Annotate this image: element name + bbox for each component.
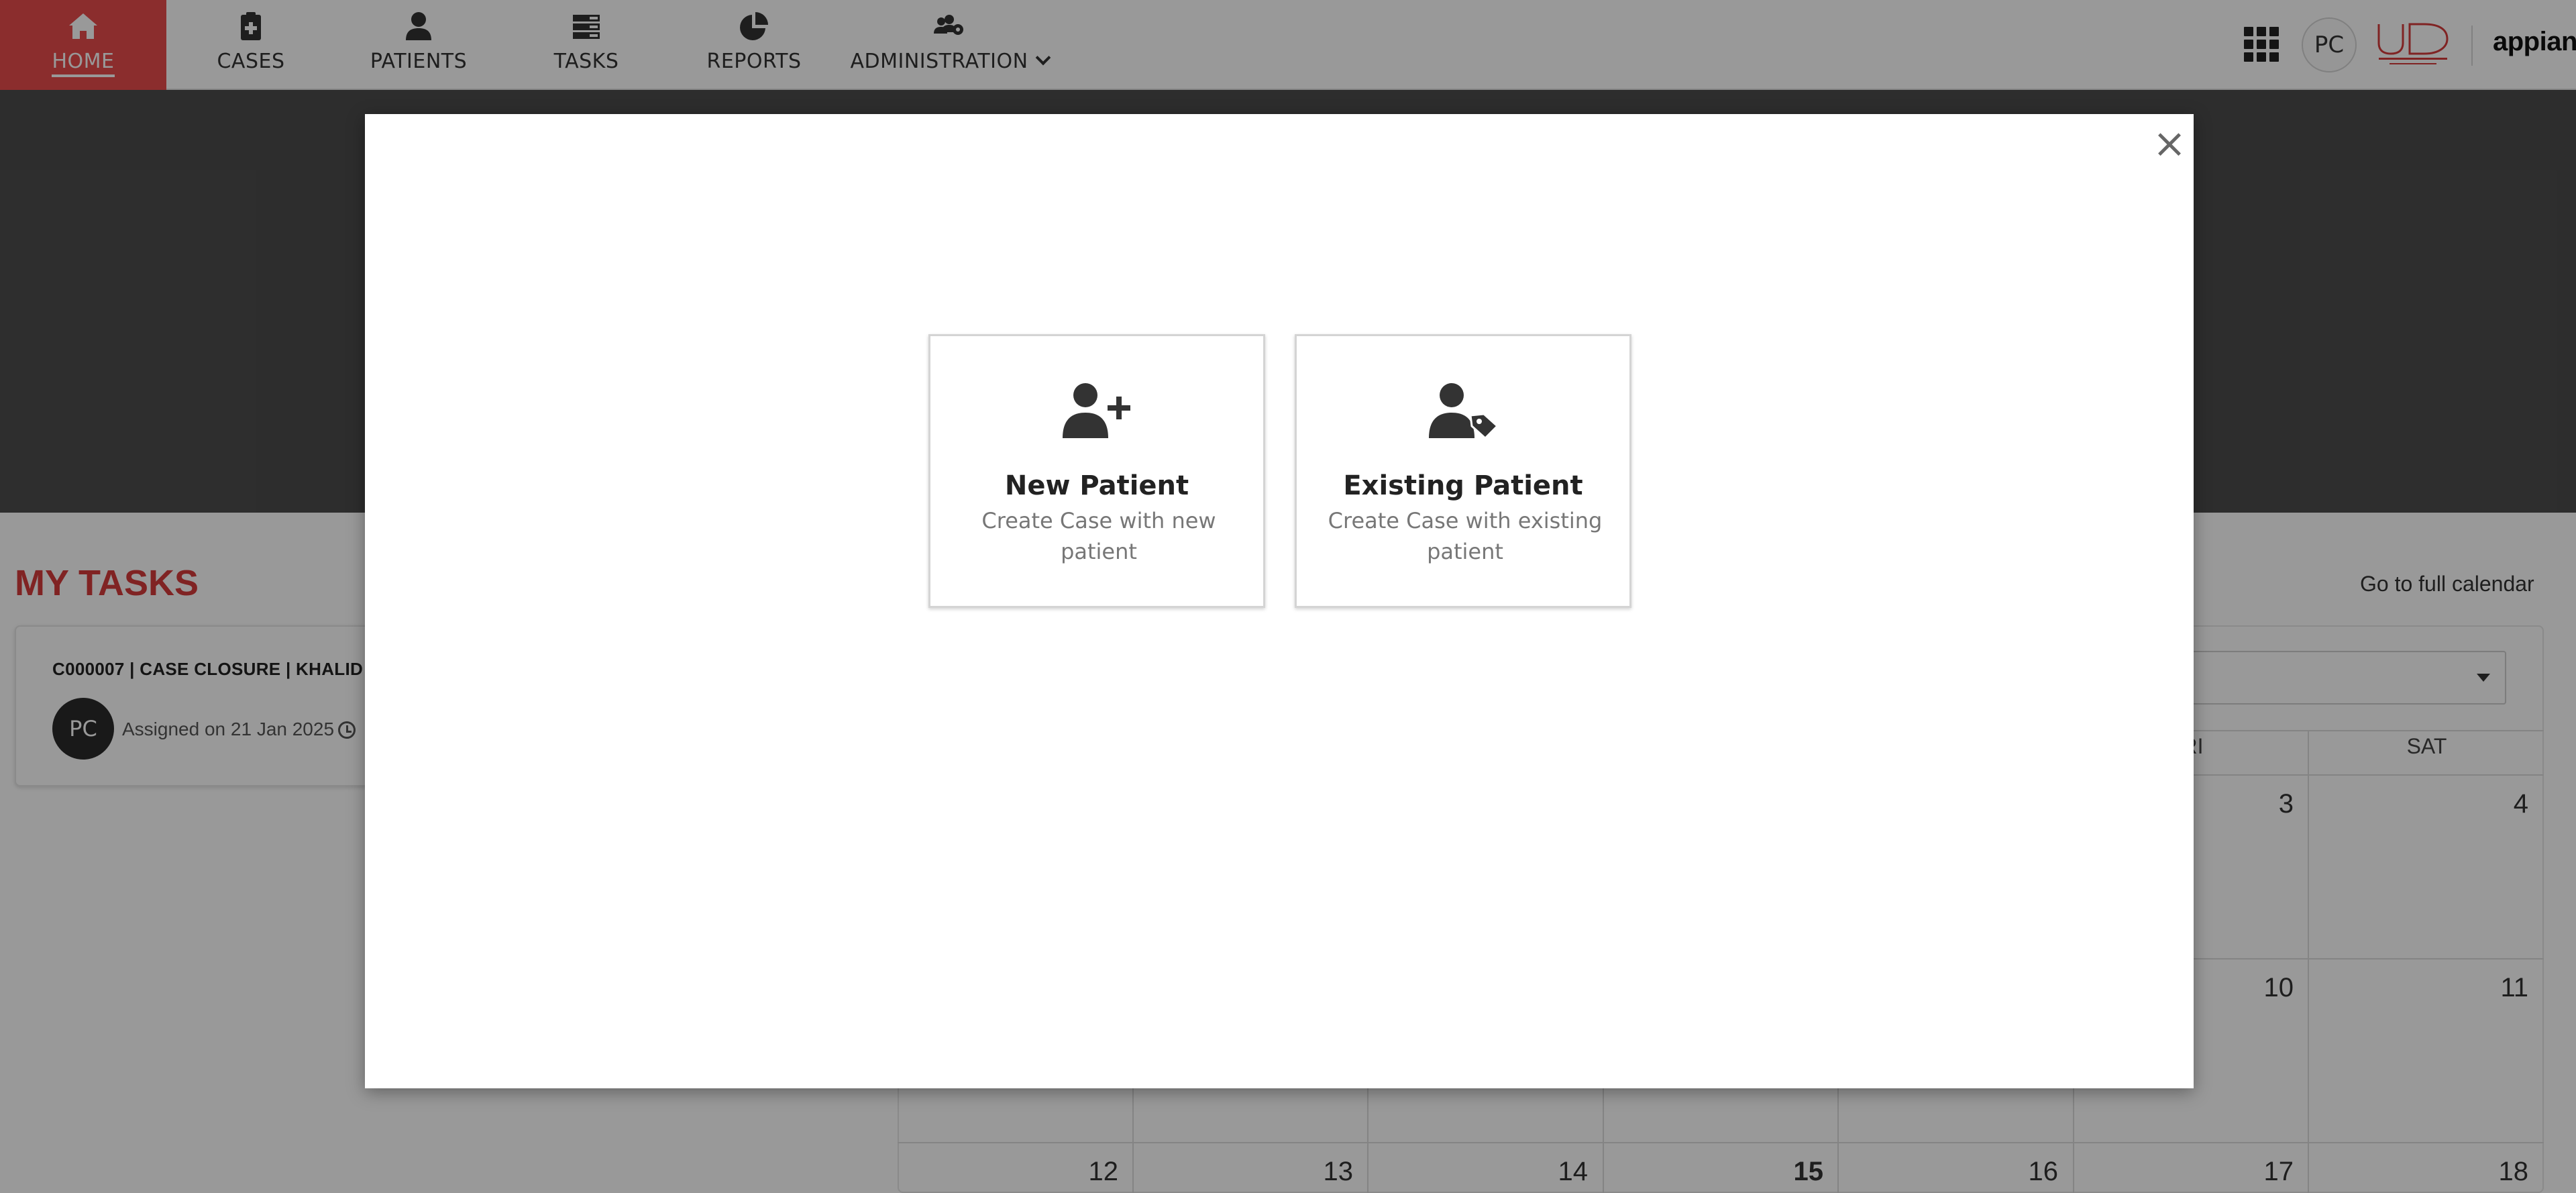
close-icon[interactable]: ×	[2149, 123, 2190, 164]
existing-patient-card[interactable]: Existing Patient Create Case with existi…	[1295, 334, 1631, 608]
new-patient-subtitle: Create Case with new patient	[981, 508, 1216, 564]
existing-patient-title: Existing Patient	[1343, 470, 1583, 501]
new-patient-card[interactable]: New Patient Create Case with new patient	[928, 334, 1265, 608]
user-plus-icon	[1063, 383, 1130, 438]
user-tag-icon	[1429, 383, 1499, 440]
create-case-modal: × New Patient Create Case with new patie…	[365, 114, 2194, 1088]
new-patient-title: New Patient	[1004, 470, 1189, 501]
existing-patient-subtitle: Create Case with existing patient	[1328, 508, 1603, 564]
